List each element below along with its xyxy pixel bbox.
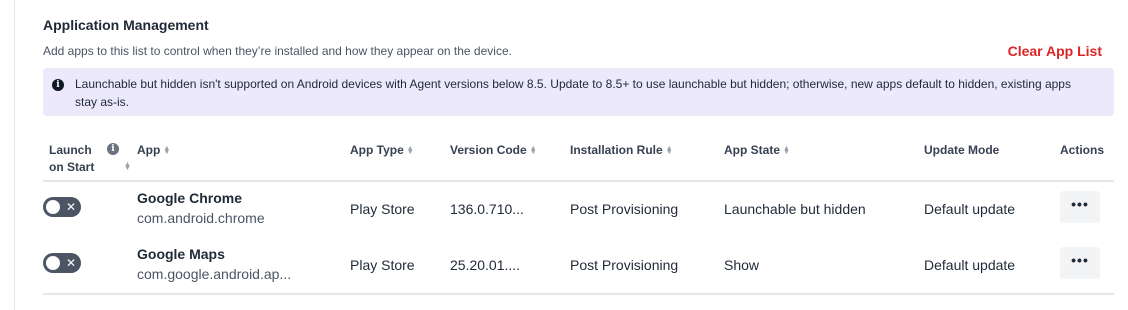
- app-name[interactable]: Google Maps: [137, 246, 225, 262]
- header-installation-rule[interactable]: Installation Rule ▲ ▼: [570, 142, 673, 159]
- row-actions-button[interactable]: •••: [1060, 191, 1100, 223]
- version-code-cell: 136.0.710...: [450, 201, 524, 217]
- notice-text: Launchable but hidden isn't supported on…: [75, 77, 1071, 109]
- clear-app-list-button[interactable]: Clear App List: [1008, 43, 1102, 59]
- app-package: com.google.android.ap...: [137, 266, 292, 282]
- installation-rule-cell: Post Provisioning: [570, 201, 679, 217]
- header-launch-line2: on Start: [49, 160, 95, 174]
- header-app-type-label: App Type: [350, 143, 404, 157]
- toggle-knob: [46, 200, 60, 214]
- app-type-cell: Play Store: [350, 201, 415, 217]
- table-header-divider: [43, 180, 1114, 182]
- launch-sort-icon[interactable]: ▲ ▼: [124, 161, 131, 172]
- update-mode-cell: Default update: [924, 257, 1016, 273]
- header-installation-rule-label: Installation Rule: [570, 143, 663, 157]
- agent-version-notice: i Launchable but hidden isn't supported …: [43, 68, 1114, 116]
- header-app-label: App: [137, 143, 161, 157]
- header-app-state[interactable]: App State ▲ ▼: [724, 142, 790, 159]
- app-management-page: Application Management Add apps to this …: [0, 0, 1128, 310]
- toggle-off-icon: ✕: [65, 200, 76, 214]
- sort-icon: ▲ ▼: [529, 144, 537, 156]
- installation-rule-cell: Post Provisioning: [570, 257, 679, 273]
- table-bottom-divider: [43, 293, 1114, 295]
- launch-on-start-toggle[interactable]: ✕: [43, 253, 81, 273]
- header-update-mode: Update Mode: [924, 143, 1000, 157]
- sort-icon: ▲ ▼: [665, 144, 673, 156]
- app-state-cell: Show: [724, 257, 760, 273]
- toggle-off-icon: ✕: [65, 256, 76, 270]
- header-launch-on-start[interactable]: Launch on Start: [49, 142, 94, 176]
- app-name[interactable]: Google Chrome: [137, 190, 242, 206]
- header-actions: Actions: [1060, 143, 1105, 157]
- toggle-knob: [46, 256, 60, 270]
- info-icon: i: [52, 79, 64, 91]
- update-mode-cell: Default update: [924, 201, 1016, 217]
- header-version-code[interactable]: Version Code ▲ ▼: [450, 142, 537, 159]
- row-actions-button[interactable]: •••: [1060, 247, 1100, 279]
- sort-icon: ▲ ▼: [406, 144, 414, 156]
- header-app[interactable]: App ▲ ▼: [137, 142, 171, 159]
- sort-icon: ▲ ▼: [783, 144, 790, 156]
- version-code-cell: 25.20.01....: [450, 257, 521, 273]
- launch-on-start-toggle[interactable]: ✕: [43, 197, 81, 217]
- app-type-cell: Play Store: [350, 257, 415, 273]
- section-description: Add apps to this list to control when th…: [43, 44, 512, 58]
- header-app-type[interactable]: App Type ▲ ▼: [350, 142, 414, 159]
- sort-icon: ▲ ▼: [163, 144, 171, 156]
- header-version-code-label: Version Code: [450, 143, 527, 157]
- app-package: com.android.chrome: [137, 210, 265, 226]
- launch-info-icon[interactable]: i: [107, 143, 119, 155]
- header-launch-line1: Launch: [49, 143, 92, 157]
- section-title: Application Management: [43, 17, 209, 33]
- header-app-state-label: App State: [724, 143, 781, 157]
- app-state-cell: Launchable but hidden: [724, 201, 866, 217]
- panel-left-border: [14, 0, 15, 310]
